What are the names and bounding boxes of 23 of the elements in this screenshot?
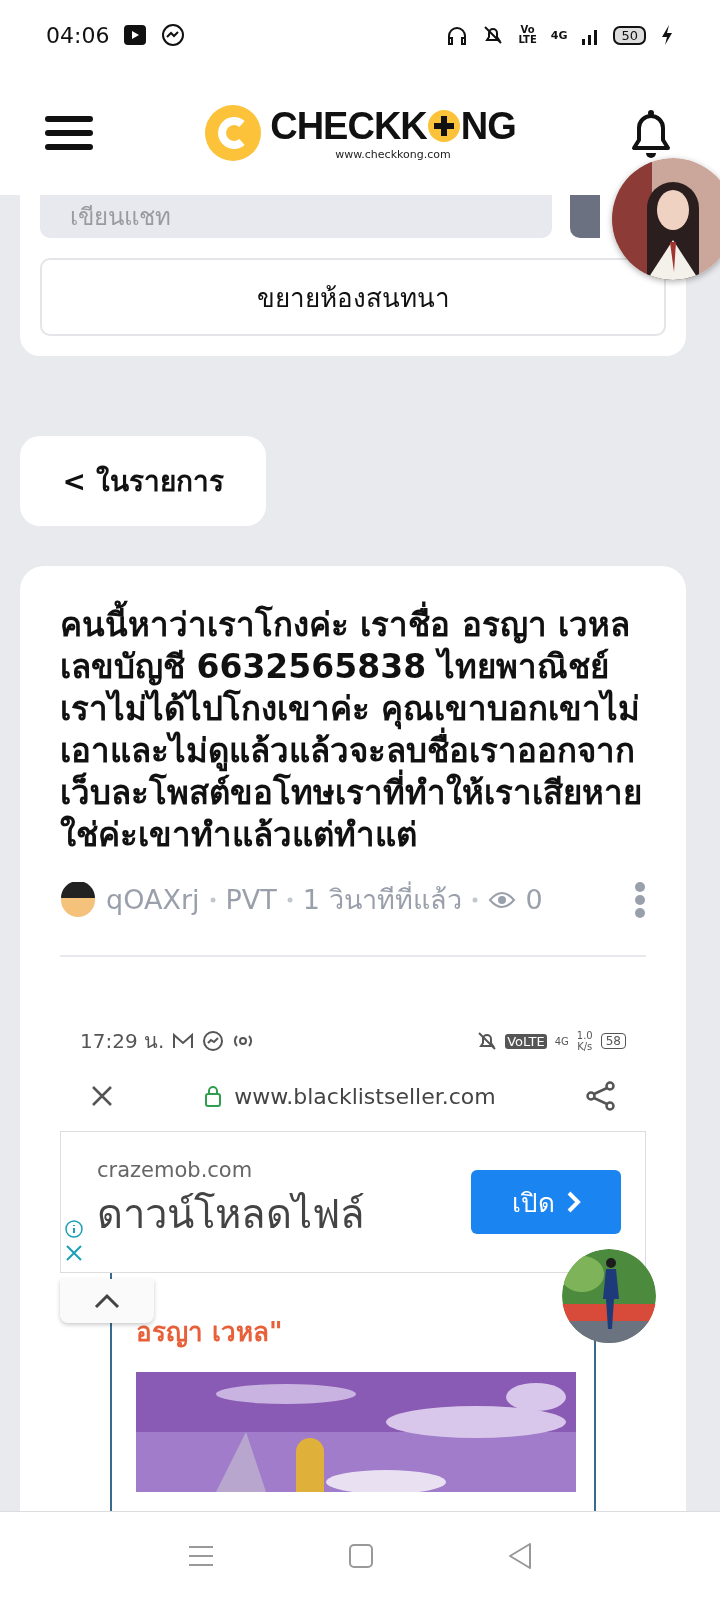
network-label: 4G xyxy=(550,28,568,42)
post-time: 1 วินาทีที่แล้ว xyxy=(302,878,462,922)
logo-text: NG xyxy=(460,104,516,148)
logo-url: www.checkkong.com xyxy=(335,147,451,161)
post-tag: PVT xyxy=(225,884,277,916)
expand-chat-button[interactable]: ขยายห้องสนทนา xyxy=(40,258,666,336)
url-text: www.blacklistseller.com xyxy=(234,1083,496,1109)
battery-level: 58 xyxy=(600,1033,626,1049)
volte-label: Vo LTE xyxy=(518,25,537,45)
logo-text: CHECKK xyxy=(270,104,427,148)
screenshot-clock: 17:29 น. xyxy=(80,1028,165,1055)
ad-headline: ดาวน์โหลดไฟล์ xyxy=(97,1190,366,1239)
volte-badge: VoLTE xyxy=(505,1033,547,1049)
ad-domain: crazemob.com xyxy=(97,1158,254,1182)
battery-level: 50 xyxy=(613,25,646,45)
network-label: 4G xyxy=(554,1035,569,1047)
view-count: 0 xyxy=(525,884,543,916)
back-button[interactable]: < ในรายการ xyxy=(20,436,266,526)
chat-field[interactable]: เขียนแชท xyxy=(40,195,552,238)
open-button[interactable]: เปิด xyxy=(471,1170,621,1234)
speed-label: 1.0 K/s xyxy=(576,1030,593,1052)
clock: 04:06 xyxy=(46,22,110,48)
article-title: อรญา เวหล" xyxy=(136,1316,284,1350)
